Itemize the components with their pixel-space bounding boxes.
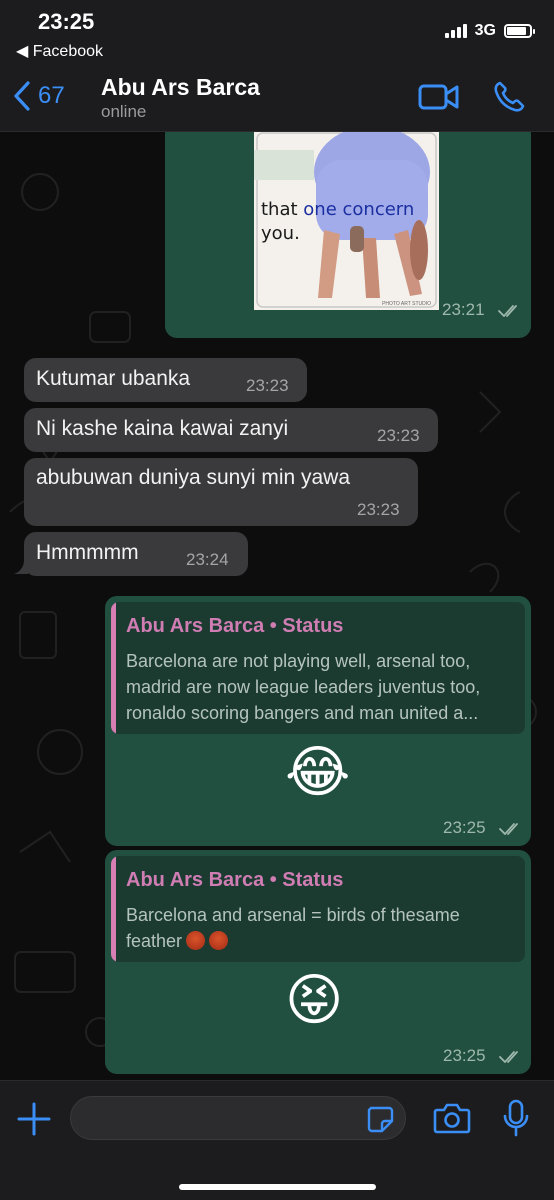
contact-status: online xyxy=(101,102,147,121)
status-reply-message[interactable]: Abu Ars Barca • Status Barcelona are not… xyxy=(105,596,531,846)
angry-face-emoji xyxy=(186,931,206,950)
incoming-message[interactable]: Hmmmmm 23:24 xyxy=(24,532,248,576)
image-message[interactable]: that one concern you. PHOTO ART STUDIO 2… xyxy=(165,132,531,338)
status-indicators: 3G xyxy=(444,22,535,40)
message-input[interactable] xyxy=(70,1096,406,1140)
bubble-tail xyxy=(14,560,28,574)
incoming-message[interactable]: Kutumar ubanka 23:23 xyxy=(24,358,307,402)
double-check-icon xyxy=(499,823,518,835)
image-credit: PHOTO ART STUDIO xyxy=(382,301,431,307)
quote-body: Barcelona are not playing well, arsenal … xyxy=(126,651,481,723)
message-time: 23:25 xyxy=(443,818,486,837)
contact-name[interactable]: Abu Ars Barca xyxy=(101,74,260,101)
sticker-icon[interactable] xyxy=(366,1105,394,1133)
quote-body: Barcelona and arsenal = birds of thesame… xyxy=(126,905,460,951)
plus-icon[interactable] xyxy=(16,1101,52,1137)
incoming-message[interactable]: abubuwan duniya sunyi min yawa 23:23 xyxy=(24,458,418,526)
network-type: 3G xyxy=(474,22,496,39)
message-text: Ni kashe kaina kawai zanyi xyxy=(36,417,289,440)
incoming-message[interactable]: Ni kashe kaina kawai zanyi 23:23 xyxy=(24,408,438,452)
angry-face-emoji xyxy=(209,931,229,950)
back-to-app-link[interactable]: ◀ Facebook xyxy=(16,41,103,61)
double-check-icon xyxy=(498,305,517,317)
home-indicator[interactable] xyxy=(179,1184,376,1190)
message-text: Hmmmmm xyxy=(36,541,139,564)
message-time: 23:23 xyxy=(377,426,420,445)
quote-title: Abu Ars Barca • Status xyxy=(126,615,344,637)
status-bar: 23:25 ◀ Facebook 3G xyxy=(0,0,554,66)
quote-title: Abu Ars Barca • Status xyxy=(126,869,344,891)
message-time: 23:23 xyxy=(357,500,400,519)
clock: 23:25 xyxy=(38,9,95,34)
message-list[interactable]: that one concern you. PHOTO ART STUDIO 2… xyxy=(0,132,554,1080)
microphone-icon[interactable] xyxy=(502,1099,530,1137)
message-time: 23:21 xyxy=(442,300,485,319)
message-time: 23:25 xyxy=(443,1046,486,1065)
camera-icon[interactable] xyxy=(433,1101,471,1135)
chevron-left-icon xyxy=(14,81,30,111)
quote-accent-bar xyxy=(111,856,116,962)
message-text: abubuwan duniya sunyi min yawa xyxy=(36,466,351,489)
message-time: 23:23 xyxy=(246,376,289,395)
meme-image[interactable]: that one concern you. PHOTO ART STUDIO xyxy=(254,132,439,310)
quoted-status[interactable]: Abu Ars Barca • Status Barcelona are not… xyxy=(111,602,525,734)
back-button[interactable]: 67 xyxy=(12,80,65,112)
quote-accent-bar xyxy=(111,602,116,734)
emoji-squinting-tongue: 😝 xyxy=(285,968,344,1031)
message-time: 23:24 xyxy=(186,550,229,569)
video-camera-icon[interactable] xyxy=(418,82,460,112)
chat-header: 67 Abu Ars Barca online xyxy=(0,66,554,132)
emoji-tears-of-joy: 😂 xyxy=(285,740,351,803)
meme-caption: that one concern you. xyxy=(261,199,415,244)
double-check-icon xyxy=(499,1051,518,1063)
phone-icon[interactable] xyxy=(492,80,526,114)
signal-icon xyxy=(444,24,467,38)
message-text: Kutumar ubanka xyxy=(36,367,191,390)
message-composer xyxy=(0,1080,554,1200)
status-reply-message[interactable]: Abu Ars Barca • Status Barcelona and ars… xyxy=(105,850,531,1074)
battery-icon xyxy=(504,24,535,38)
unread-count: 67 xyxy=(38,82,65,109)
quoted-status[interactable]: Abu Ars Barca • Status Barcelona and ars… xyxy=(111,856,525,962)
